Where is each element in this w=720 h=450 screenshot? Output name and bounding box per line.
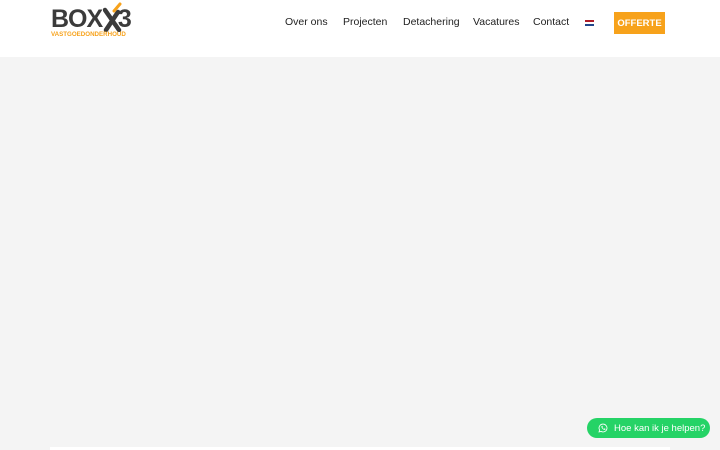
hero-section xyxy=(0,57,720,447)
netherlands-flag-icon[interactable] xyxy=(585,20,594,26)
nav-item-vacatures[interactable]: Vacatures xyxy=(473,16,520,28)
nav-item-detachering[interactable]: Detachering xyxy=(403,16,460,28)
nav-item-over-ons[interactable]: Over ons xyxy=(285,16,328,28)
nav-item-contact[interactable]: Contact xyxy=(533,16,569,28)
offerte-button[interactable]: OFFERTE xyxy=(614,12,665,34)
whatsapp-chat-button[interactable]: Hoe kan ik je helpen? xyxy=(587,418,710,438)
logo-x-mark-icon xyxy=(103,2,122,32)
logo-tagline: VASTGOEDONDERHOUD xyxy=(51,31,126,38)
site-header: BOXX3 VASTGOEDONDERHOUD Over ons Project… xyxy=(0,0,720,57)
whatsapp-icon xyxy=(598,423,608,433)
nav-item-projecten[interactable]: Projecten xyxy=(343,16,387,28)
brand-logo[interactable]: BOXX3 VASTGOEDONDERHOUD xyxy=(51,2,137,40)
chat-label: Hoe kan ik je helpen? xyxy=(614,422,706,434)
